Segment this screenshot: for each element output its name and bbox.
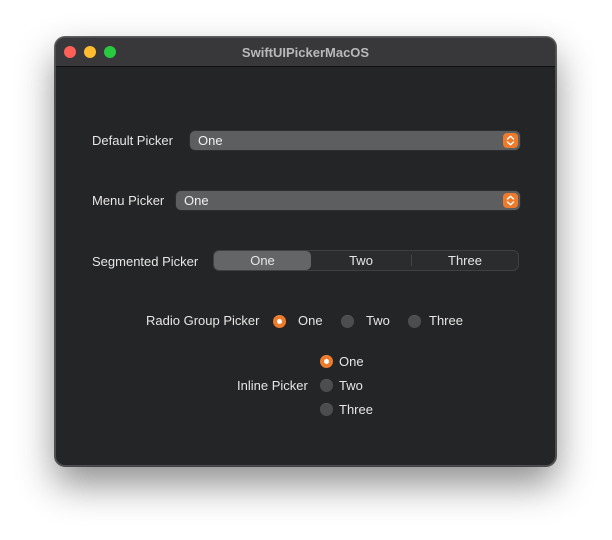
radio-group-option-one-label[interactable]: One — [298, 313, 323, 328]
menu-picker-popup[interactable]: One — [176, 191, 520, 210]
window-title: SwiftUIPickerMacOS — [241, 45, 370, 60]
default-picker-value: One — [198, 133, 223, 148]
segmented-picker-label: Segmented Picker — [92, 254, 199, 269]
segment-two[interactable]: Two — [311, 251, 411, 270]
up-down-chevron-icon — [503, 193, 518, 208]
inline-option-one-radio[interactable] — [320, 355, 333, 368]
radio-group-option-two-label[interactable]: Two — [366, 313, 390, 328]
inline-option-two-radio[interactable] — [320, 379, 333, 392]
menu-picker-label: Menu Picker — [92, 193, 165, 208]
inline-option-two-label[interactable]: Two — [339, 378, 363, 393]
segment-three[interactable]: Three — [412, 251, 518, 270]
up-down-chevron-icon — [503, 133, 518, 148]
inline-option-three-radio[interactable] — [320, 403, 333, 416]
segmented-picker: One Two Three — [213, 250, 519, 271]
radio-group-picker-label: Radio Group Picker — [146, 313, 260, 328]
inline-option-one-label[interactable]: One — [339, 354, 364, 369]
radio-group-option-three-radio[interactable] — [408, 315, 421, 328]
inline-option-three-label[interactable]: Three — [339, 402, 373, 417]
radio-group-option-two-radio[interactable] — [341, 315, 354, 328]
inline-picker-label: Inline Picker — [237, 378, 308, 393]
radio-group-option-one-radio[interactable] — [273, 315, 286, 328]
app-window: SwiftUIPickerMacOS Default Picker One Me… — [55, 37, 556, 466]
menu-picker-value: One — [184, 193, 209, 208]
segment-one[interactable]: One — [214, 251, 311, 270]
radio-group-option-three-label[interactable]: Three — [429, 313, 463, 328]
default-picker-popup[interactable]: One — [190, 131, 520, 150]
default-picker-label: Default Picker — [92, 133, 173, 148]
title-bar[interactable]: SwiftUIPickerMacOS — [56, 38, 555, 67]
